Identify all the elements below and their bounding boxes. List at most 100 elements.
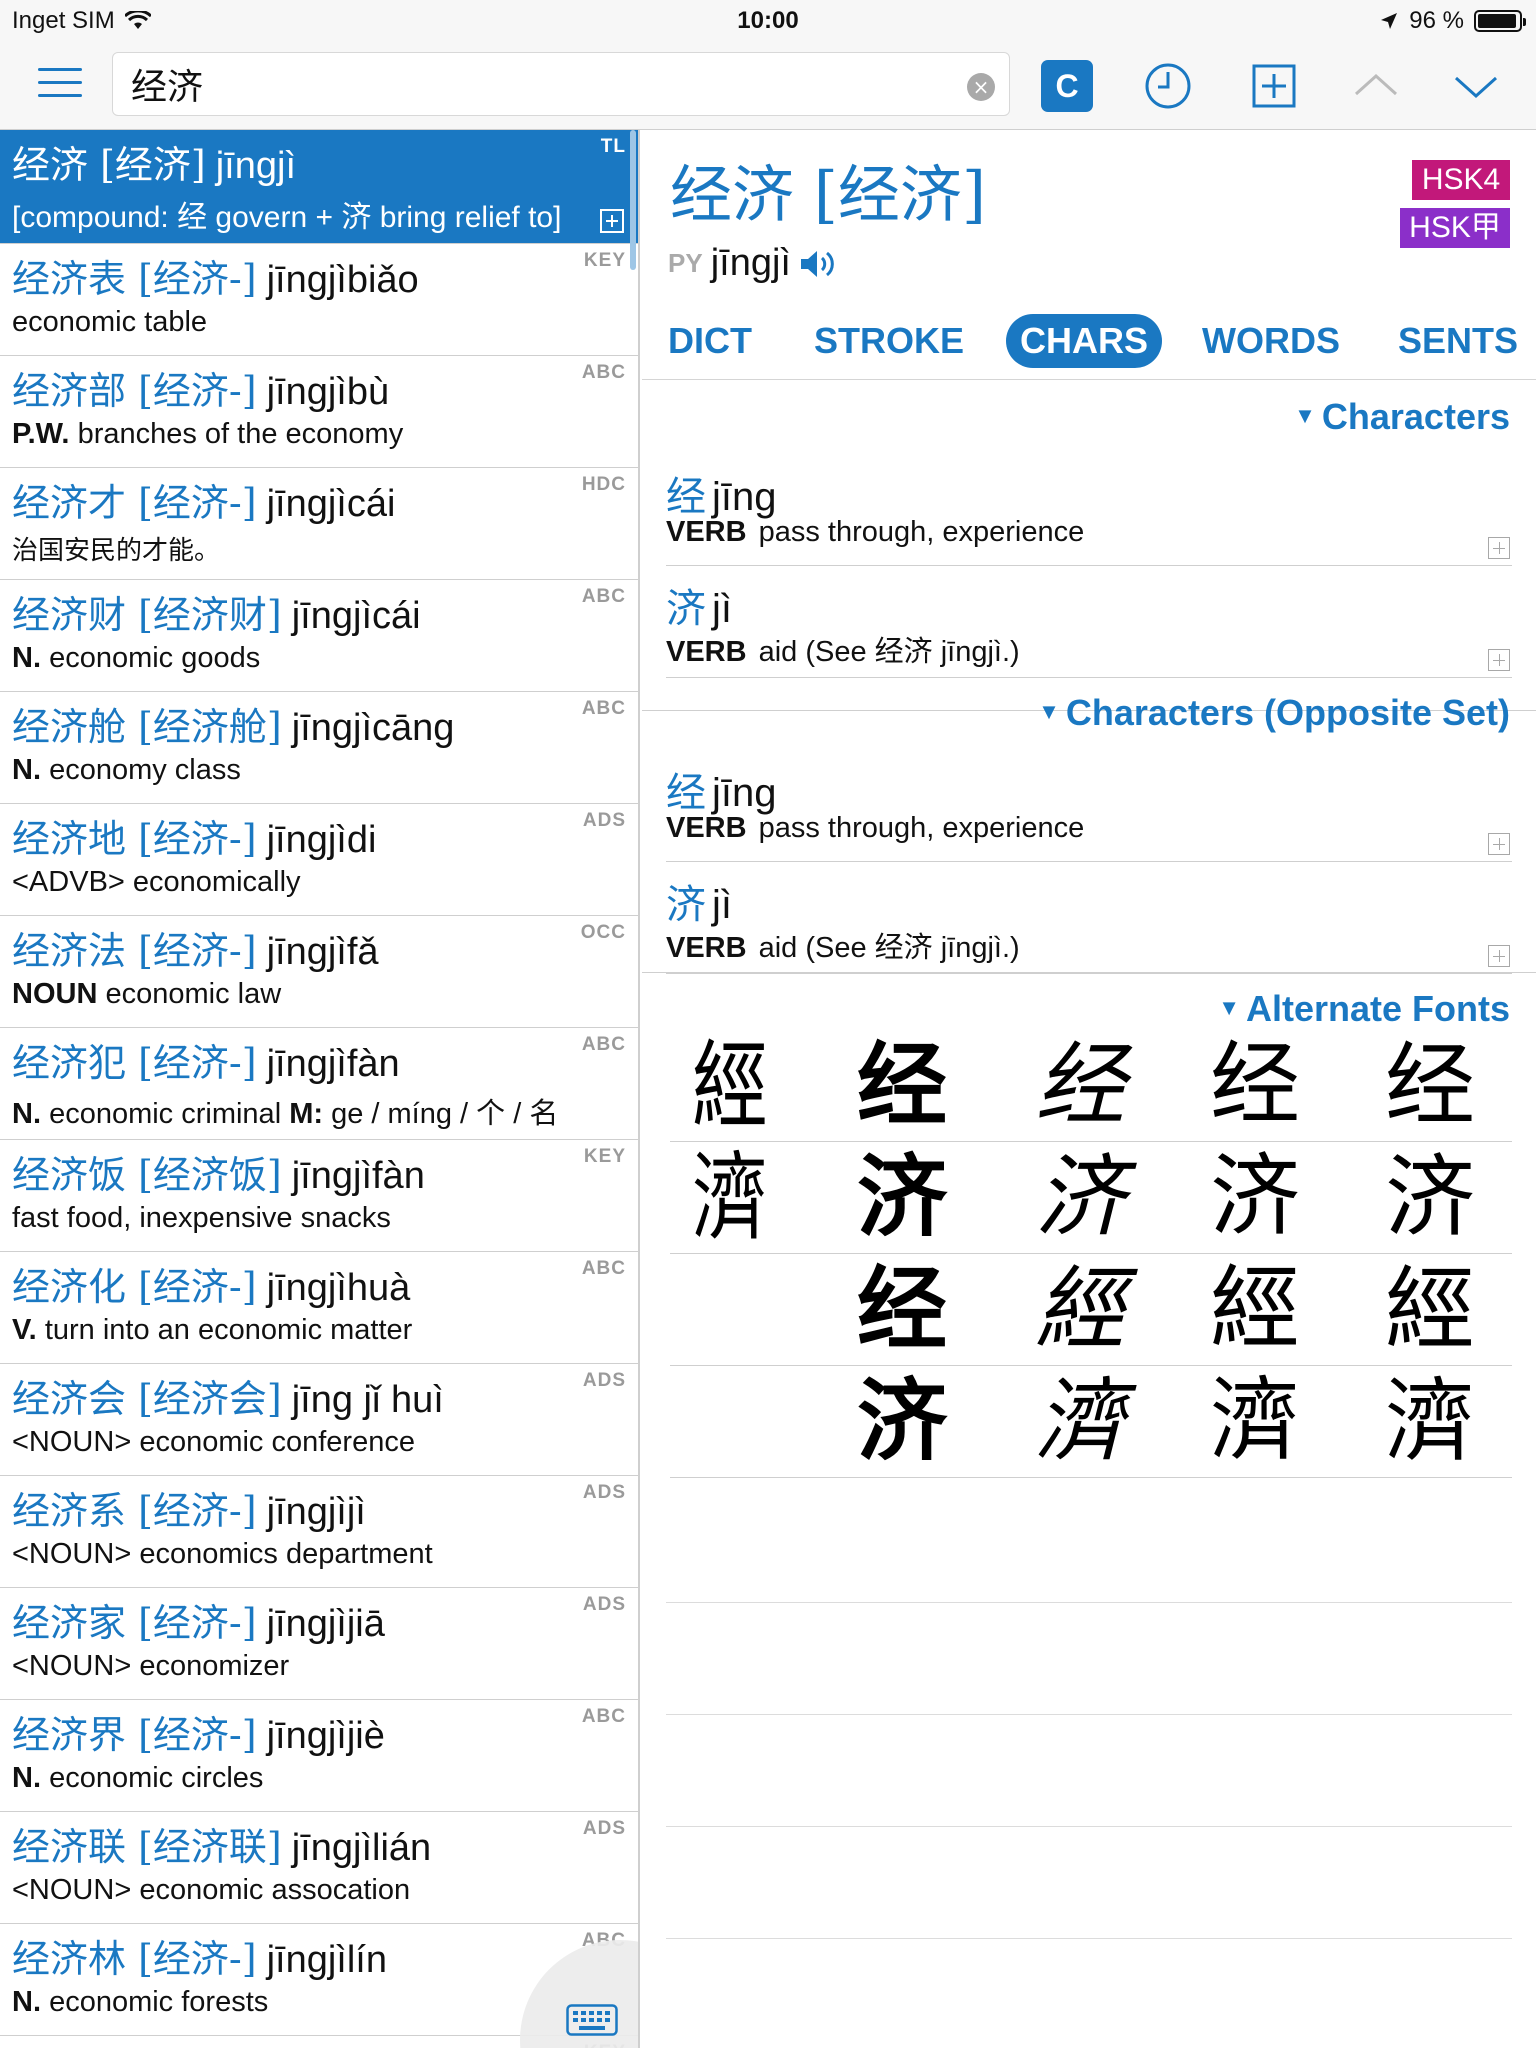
tab-sents[interactable]: SENTS <box>1398 314 1518 368</box>
character-pos: VERB <box>666 812 747 844</box>
tab-stroke[interactable]: STROKE <box>814 314 964 368</box>
pinyin-value: jīngjì <box>710 242 791 284</box>
menu-icon[interactable] <box>38 68 82 100</box>
list-item[interactable]: 经济会 [经济会] jīng jǐ huì <NOUN> economic conf… <box>0 1364 638 1476</box>
character-row[interactable]: 济 jì VERB aid (See 经济 jīngjì.) <box>666 864 1512 974</box>
entry-pinyin: jīngjìfǎ <box>266 931 379 973</box>
entry-definition: <NOUN> economizer <box>12 1650 289 1683</box>
character-row[interactable]: 经 jīng VERB pass through, experience <box>666 456 1512 566</box>
list-item[interactable]: 经济犯 [经济-] jīngjìfàn N. economic criminal M… <box>0 1028 638 1140</box>
entry-gloss: turn into an economic matter <box>44 1314 413 1346</box>
wifi-icon <box>124 11 151 29</box>
speaker-icon[interactable] <box>799 248 837 280</box>
source-tag: OCC <box>580 922 626 943</box>
previous-arrow-icon[interactable] <box>1350 60 1402 112</box>
list-item[interactable]: 经济舱 [经济舱] jīngjìcāng N. economy class ABC <box>0 692 638 804</box>
source-tag: ADS <box>582 1482 626 1503</box>
entry-definition: <NOUN> economic conference <box>12 1426 415 1459</box>
next-arrow-icon[interactable] <box>1450 60 1502 112</box>
entry-pinyin: jīngjìjì <box>266 1491 366 1533</box>
entry-pinyin: jīngjìlín <box>266 1939 387 1981</box>
measure-label: M: <box>289 1098 324 1130</box>
tab-dict[interactable]: DICT <box>668 314 752 368</box>
expand-plus-icon[interactable] <box>1488 649 1510 671</box>
characters-section-header[interactable]: ▼ Characters <box>1294 396 1510 438</box>
entry-hanzi: 经济舱 [经济舱] <box>12 705 282 749</box>
list-item[interactable]: 经济系 [经济-] jīngjìjì <NOUN> economics depart… <box>0 1476 638 1588</box>
entry-definition: economic table <box>12 306 207 339</box>
history-clock-icon[interactable] <box>1142 60 1194 112</box>
list-item[interactable]: 经济地 [经济-] jīngjìdi <ADVB> economically ADS <box>0 804 638 916</box>
entry-pos: N. <box>12 754 41 786</box>
entry-hanzi: 经济联 [经济联] <box>12 1825 282 1869</box>
headword: 经济 [经济] <box>670 158 987 231</box>
entry-gloss: economic criminal <box>49 1098 282 1130</box>
collapse-triangle-icon: ▼ <box>1218 995 1240 1020</box>
entry-pos: V. <box>12 1314 37 1346</box>
expand-plus-icon[interactable] <box>1488 945 1510 967</box>
font-glyph: 經 <box>692 1029 768 1141</box>
character-row[interactable]: 济 jì VERB aid (See 经济 jīngjì.) <box>666 568 1512 678</box>
entry-headword: 经济财 [经济财] jīngjìcái <box>12 590 421 641</box>
list-item[interactable]: 经济财 [经济财] jīngjìcái N. economic goods ABC <box>0 580 638 692</box>
add-to-list-icon[interactable] <box>1248 60 1300 112</box>
entry-headword: 经济家 [经济-] jīngjìjiā <box>12 1598 385 1649</box>
entry-headword: 经济联 [经济联] jīngjìlián <box>12 1822 431 1873</box>
character-row[interactable]: 经 jīng VERB pass through, experience <box>666 752 1512 862</box>
list-item[interactable]: 经济法 [经济-] jīngjìfǎ NOUN economic law OCC <box>0 916 638 1028</box>
entry-definition: N. economic forests <box>12 1986 268 2019</box>
opposite-set-section-header[interactable]: ▼ Characters (Opposite Set) <box>1038 692 1510 734</box>
source-tag: ABC <box>581 1706 626 1727</box>
entry-definition: [compound: 经 govern + 济 bring relief to] <box>12 192 561 236</box>
entry-definition: N. economic circles <box>12 1762 263 1795</box>
entry-gloss: branches of the economy <box>77 418 404 450</box>
entry-pinyin: jīngjìfàn <box>291 1155 425 1197</box>
entry-definition: 治国安民的才能。 <box>12 530 220 567</box>
entry-hanzi: 经济才 [经济-] <box>12 481 257 525</box>
expand-icon[interactable] <box>600 209 624 233</box>
font-glyph: 濟 <box>1385 1369 1475 1474</box>
entry-pinyin: jīngjìbiǎo <box>266 259 419 301</box>
entry-pos: N. <box>12 1098 41 1130</box>
list-item[interactable]: 经济表 [经济-] jīngjìbiǎo economic table KEY <box>0 244 638 356</box>
font-row: 濟济济济济 <box>670 1142 1512 1254</box>
list-item[interactable]: 经济饭 [经济饭] jīngjìfàn fast food, inexpensive… <box>0 1140 638 1252</box>
list-item[interactable]: 经济界 [经济-] jīngjìjiè N. economic circles ABC <box>0 1700 638 1812</box>
expand-plus-icon[interactable] <box>1488 537 1510 559</box>
list-item[interactable]: 经济部 [经济-] jīngjìbù P.W. branches of the ec… <box>0 356 638 468</box>
font-glyph: 经 <box>1035 1033 1125 1138</box>
entry-gloss: economic forests <box>49 1986 269 2018</box>
clear-search-icon[interactable]: × <box>967 73 995 101</box>
results-list[interactable]: 经济 [经济] jīngjì [compound: 经 govern + 济 bri… <box>0 130 640 2048</box>
source-tag: ADS <box>582 1594 626 1615</box>
selected-entry[interactable]: 经济 [经济] jīngjì [compound: 经 govern + 济 bri… <box>0 130 638 244</box>
entry-hanzi: 经济化 [经济-] <box>12 1265 257 1309</box>
tab-chars[interactable]: CHARS <box>1006 314 1163 368</box>
entry-pinyin: jīngjìbù <box>266 371 390 413</box>
character-pinyin: jīng <box>712 771 777 815</box>
tab-words[interactable]: WORDS <box>1202 314 1340 368</box>
entry-gloss: economic goods <box>49 642 261 674</box>
entry-headword: 经济地 [经济-] jīngjìdi <box>12 814 376 865</box>
entry-definition: V. turn into an economic matter <box>12 1314 412 1347</box>
character-pinyin: jīng <box>712 475 777 519</box>
list-item[interactable]: 经济才 [经济-] jīngjìcái 治国安民的才能。 HDC <box>0 468 638 580</box>
scrollbar[interactable] <box>630 130 636 270</box>
entry-pinyin: jīngjìcāng <box>291 707 455 749</box>
source-tag: ABC <box>581 698 626 719</box>
status-right: 96 % <box>1379 7 1526 35</box>
search-input[interactable] <box>131 61 951 107</box>
search-box[interactable]: × <box>112 52 1010 116</box>
font-glyph: 经 <box>1385 1033 1475 1138</box>
list-item[interactable]: 经济化 [经济-] jīngjìhuà V. turn into an econom… <box>0 1252 638 1364</box>
alternate-fonts-section-header[interactable]: ▼ Alternate Fonts <box>1218 988 1510 1030</box>
character-heading: 经 jīng <box>666 760 777 818</box>
list-item[interactable]: 经济联 [经济联] jīngjìlián <NOUN> economic assoc… <box>0 1812 638 1924</box>
entry-definition: <ADVB> economically <box>12 866 301 899</box>
entry-pinyin: jīngjìdi <box>266 819 377 861</box>
clipboard-mode-button[interactable]: C <box>1041 60 1093 112</box>
list-item[interactable]: 经济家 [经济-] jīngjìjiā <NOUN> economizer ADS <box>0 1588 638 1700</box>
entry-headword: 经济饭 [经济饭] jīngjìfàn <box>12 1150 425 1201</box>
entry-hanzi: 经济林 [经济-] <box>12 1937 257 1981</box>
expand-plus-icon[interactable] <box>1488 833 1510 855</box>
